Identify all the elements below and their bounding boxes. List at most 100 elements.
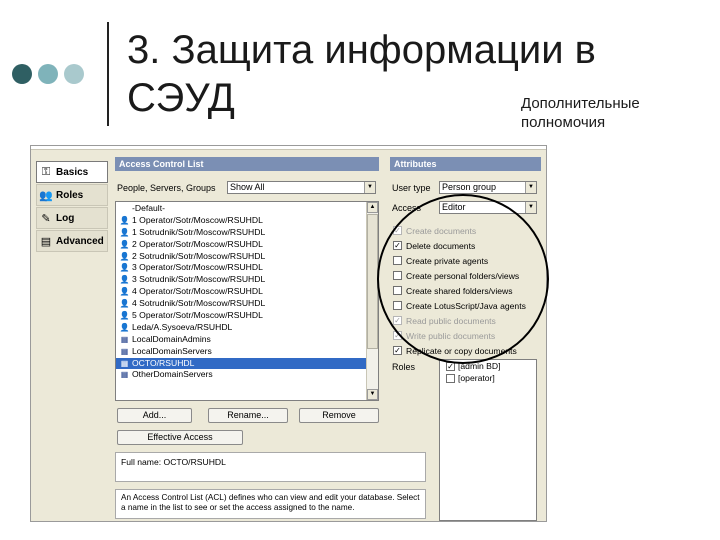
permission-label: Write public documents bbox=[406, 330, 496, 341]
acl-entry[interactable]: -Default- bbox=[116, 203, 367, 215]
fullname-box: Full name: OCTO/RSUHDL bbox=[115, 452, 426, 482]
acl-entry[interactable]: ▦ OCTO/RSUHDL bbox=[116, 357, 367, 370]
access-value: Editor bbox=[442, 202, 466, 212]
acl-entry-label: 4 Operator/Sotr/Moscow/RSUHDL bbox=[132, 286, 263, 297]
checkbox-empty[interactable] bbox=[393, 256, 402, 265]
user-type-label: User type bbox=[392, 183, 431, 193]
checkbox-empty[interactable] bbox=[446, 373, 455, 383]
acl-entry[interactable]: ▦ OtherDomainServers bbox=[116, 369, 367, 381]
permission-label: Create LotusScript/Java agents bbox=[406, 300, 526, 311]
dot-medium bbox=[38, 64, 58, 84]
effective-access-button[interactable]: Effective Access bbox=[117, 430, 243, 445]
role-label: [admin BD] bbox=[458, 361, 501, 371]
checkbox-empty[interactable] bbox=[393, 271, 402, 280]
rename-button[interactable]: Rename... bbox=[208, 408, 288, 423]
acl-filter-label: People, Servers, Groups bbox=[117, 183, 216, 193]
checkmark-icon[interactable]: ✓ bbox=[446, 361, 455, 371]
acl-entry-label: Leda/A.Sysoeva/RSUHDL bbox=[132, 321, 233, 332]
person-icon: 👤 bbox=[119, 239, 130, 249]
acl-entry[interactable]: 👤 1 Operator/Sotr/Moscow/RSUHDL bbox=[116, 215, 367, 227]
person-icon: 👤 bbox=[119, 322, 130, 332]
permission-label: Read public documents bbox=[406, 315, 496, 326]
scroll-up-icon[interactable]: ▲ bbox=[367, 202, 378, 213]
acl-entry-label: 3 Operator/Sotr/Moscow/RSUHDL bbox=[132, 262, 263, 273]
permission-label: Replicate or copy documents bbox=[406, 345, 517, 356]
sidebar: ⚿ Basics 👥 Roles ✎ Log ▤ Advanced bbox=[36, 161, 108, 253]
add-button[interactable]: Add... bbox=[117, 408, 192, 423]
chevron-down-icon[interactable]: ▼ bbox=[364, 182, 375, 193]
log-icon: ✎ bbox=[41, 212, 51, 225]
person-icon: 👤 bbox=[119, 299, 130, 309]
permission-label: Create documents bbox=[406, 225, 477, 236]
checkmark-icon: ✓ bbox=[393, 331, 402, 340]
permission-checkbox[interactable]: ✓ Replicate or copy documents bbox=[393, 344, 543, 357]
note-line-2: полномочия bbox=[521, 114, 606, 131]
sidebar-item-advanced[interactable]: ▤ Advanced bbox=[36, 230, 108, 252]
checkmark-icon: ✓ bbox=[393, 316, 402, 325]
acl-entry-label: 3 Sotrudnik/Sotr/Moscow/RSUHDL bbox=[132, 274, 266, 285]
acl-entry[interactable]: 👤 4 Sotrudnik/Sotr/Moscow/RSUHDL bbox=[116, 298, 367, 310]
acl-entry-label: LocalDomainServers bbox=[132, 345, 212, 356]
checkbox-empty[interactable] bbox=[393, 301, 402, 310]
roles-box[interactable]: ✓ [admin BD] [operator] bbox=[439, 359, 537, 521]
acl-entry-label: -Default- bbox=[132, 203, 165, 213]
remove-button[interactable]: Remove bbox=[299, 408, 379, 423]
user-type-value: Person group bbox=[442, 182, 497, 192]
acl-dialog: ⚿ Basics 👥 Roles ✎ Log ▤ Advanced Access… bbox=[30, 145, 547, 522]
acl-entry[interactable]: 👤 5 Operator/Sotr/Moscow/RSUHDL bbox=[116, 310, 367, 322]
acl-entry-label: OtherDomainServers bbox=[132, 369, 213, 380]
role-label: [operator] bbox=[458, 373, 495, 383]
acl-entry-label: LocalDomainAdmins bbox=[132, 333, 211, 344]
dot-light bbox=[64, 64, 84, 84]
acl-description-box: An Access Control List (ACL) defines who… bbox=[115, 489, 426, 519]
checkmark-icon[interactable]: ✓ bbox=[393, 241, 402, 250]
attributes-header: Attributes bbox=[390, 157, 541, 171]
acl-entry[interactable]: ▦ LocalDomainAdmins bbox=[116, 334, 367, 346]
group-icon: ▦ bbox=[120, 346, 129, 356]
permission-checkbox: ✓ Create documents bbox=[393, 224, 543, 237]
checkbox-empty[interactable] bbox=[393, 286, 402, 295]
acl-list[interactable]: -Default- 👤 1 Operator/Sotr/Moscow/RSUHDL 👤… bbox=[115, 201, 379, 401]
role-item[interactable]: [operator] bbox=[440, 372, 536, 384]
acl-entry[interactable]: ▦ LocalDomainServers bbox=[116, 346, 367, 358]
acl-entry[interactable]: 👤 3 Sotrudnik/Sotr/Moscow/RSUHDL bbox=[116, 274, 367, 286]
permission-label: Delete documents bbox=[406, 240, 476, 251]
scroll-down-icon[interactable]: ▼ bbox=[367, 389, 378, 400]
advanced-icon: ▤ bbox=[40, 235, 52, 248]
acl-filter-select[interactable]: Show All ▼ bbox=[227, 181, 376, 194]
person-icon: 👤 bbox=[119, 275, 130, 285]
sidebar-item-label: Advanced bbox=[56, 235, 104, 247]
acl-entry[interactable]: 👤 Leda/A.Sysoeva/RSUHDL bbox=[116, 322, 367, 334]
acl-filter-value: Show All bbox=[230, 182, 265, 192]
access-select[interactable]: Editor ▼ bbox=[439, 201, 537, 214]
acl-entry[interactable]: 👤 4 Operator/Sotr/Moscow/RSUHDL bbox=[116, 286, 367, 298]
checkmark-icon[interactable]: ✓ bbox=[393, 346, 402, 355]
person-icon: 👤 bbox=[119, 251, 130, 261]
permission-checkbox[interactable]: ✓ Delete documents bbox=[393, 239, 543, 252]
permission-checkbox[interactable]: Create shared folders/views bbox=[393, 284, 543, 297]
acl-entry[interactable]: 👤 2 Sotrudnik/Sotr/Moscow/RSUHDL bbox=[116, 251, 367, 263]
user-type-select[interactable]: Person group ▼ bbox=[439, 181, 537, 194]
scroll-thumb[interactable] bbox=[367, 214, 378, 349]
slide-note: Дополнительные полномочия bbox=[521, 94, 640, 132]
permission-checkbox[interactable]: Create LotusScript/Java agents bbox=[393, 299, 543, 312]
acl-entry-label: 2 Sotrudnik/Sotr/Moscow/RSUHDL bbox=[132, 250, 266, 261]
sidebar-item-log[interactable]: ✎ Log bbox=[36, 207, 108, 229]
roles-list: ✓ [admin BD] [operator] bbox=[440, 360, 536, 384]
sidebar-item-roles[interactable]: 👥 Roles bbox=[36, 184, 108, 206]
acl-scrollbar[interactable]: ▲ ▼ bbox=[366, 202, 378, 400]
permission-checkbox: ✓ Read public documents bbox=[393, 314, 543, 327]
sidebar-item-label: Basics bbox=[56, 166, 89, 178]
chevron-down-icon[interactable]: ▼ bbox=[525, 202, 536, 213]
permission-checkbox[interactable]: Create personal folders/views bbox=[393, 269, 543, 282]
dot-dark bbox=[12, 64, 32, 84]
acl-entry[interactable]: 👤 2 Operator/Sotr/Moscow/RSUHDL bbox=[116, 239, 367, 251]
acl-entry[interactable]: 👤 1 Sotrudnik/Sotr/Moscow/RSUHDL bbox=[116, 227, 367, 239]
permission-checkbox[interactable]: Create private agents bbox=[393, 254, 543, 267]
role-item[interactable]: ✓ [admin BD] bbox=[440, 360, 536, 372]
acl-description: An Access Control List (ACL) defines who… bbox=[121, 493, 420, 512]
acl-entry[interactable]: 👤 3 Operator/Sotr/Moscow/RSUHDL bbox=[116, 262, 367, 274]
chevron-down-icon[interactable]: ▼ bbox=[525, 182, 536, 193]
acl-entry-label: OCTO/RSUHDL bbox=[132, 357, 195, 368]
sidebar-item-basics[interactable]: ⚿ Basics bbox=[36, 161, 108, 183]
